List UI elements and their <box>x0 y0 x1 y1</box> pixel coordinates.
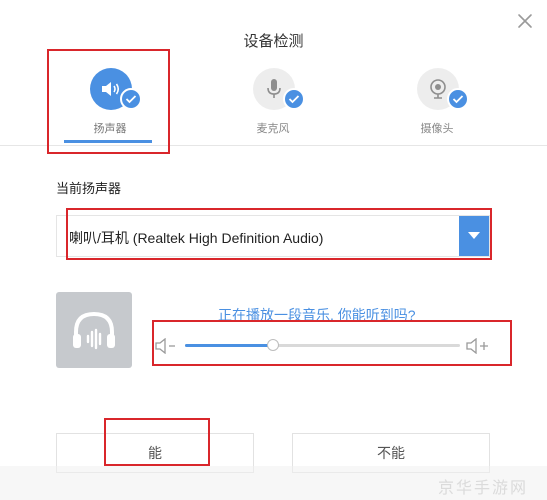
tab-speaker-label: 扬声器 <box>93 123 127 135</box>
speaker-device-value: 喇叭/耳机 (Realtek High Definition Audio) <box>69 230 324 246</box>
check-icon <box>283 88 305 110</box>
tab-speaker[interactable]: 扬声器 <box>50 64 170 146</box>
active-tab-indicator <box>64 140 152 143</box>
tab-camera-label: 摄像头 <box>420 123 454 135</box>
volume-slider-fill <box>185 344 273 347</box>
close-icon[interactable] <box>514 10 536 32</box>
volume-up-icon[interactable] <box>466 337 490 355</box>
dialog-title: 设备检测 <box>243 33 304 50</box>
chevron-down-icon[interactable] <box>459 216 489 256</box>
tab-microphone-label: 麦克风 <box>256 123 290 135</box>
check-icon <box>120 88 142 110</box>
volume-down-icon[interactable] <box>155 337 179 355</box>
volume-slider[interactable] <box>185 338 460 354</box>
tab-microphone[interactable]: 麦克风 <box>213 64 333 146</box>
playback-prompt: 正在播放一段音乐, 你能听到吗? <box>218 307 416 323</box>
headphone-icon <box>56 292 132 368</box>
tab-camera[interactable]: 摄像头 <box>377 64 497 146</box>
tabs-divider <box>0 145 547 146</box>
watermark: 京华手游网 <box>438 480 529 497</box>
check-icon <box>447 88 469 110</box>
current-speaker-label: 当前扬声器 <box>56 181 122 196</box>
volume-slider-knob[interactable] <box>267 339 279 351</box>
speaker-device-select[interactable]: 喇叭/耳机 (Realtek High Definition Audio) <box>56 215 490 257</box>
